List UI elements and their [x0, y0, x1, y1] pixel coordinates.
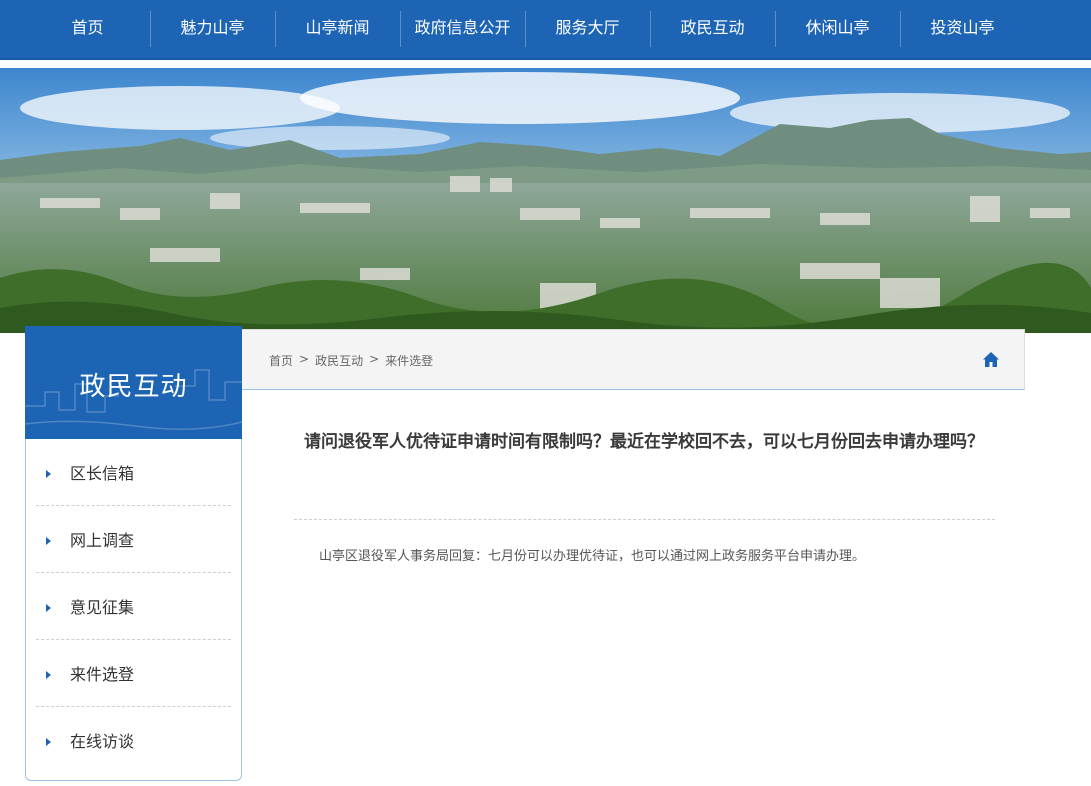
triangle-right-icon [46, 738, 51, 746]
breadcrumb-current[interactable]: 来件选登 [385, 352, 433, 369]
article-reply: 山亭区退役军人事务局回复：七月份可以办理优待证，也可以通过网上政务服务平台申请办… [319, 549, 866, 564]
sidebar-menu: 区长信箱 网上调查 意见征集 来件选登 在线访谈 [25, 439, 242, 781]
nav-item-interaction[interactable]: 政民互动 [650, 9, 775, 47]
home-icon[interactable] [982, 351, 1000, 368]
nav-item-home[interactable]: 首页 [25, 9, 150, 47]
nav-item-investment[interactable]: 投资山亭 [900, 9, 1025, 47]
triangle-right-icon [46, 537, 51, 545]
nav-gap [0, 60, 1091, 68]
nav-item-service-hall[interactable]: 服务大厅 [525, 9, 650, 47]
nav-item-leisure[interactable]: 休闲山亭 [775, 9, 900, 47]
sidebar-item-label: 区长信箱 [70, 464, 135, 483]
triangle-right-icon [46, 604, 51, 612]
nav-item-news[interactable]: 山亭新闻 [275, 9, 400, 47]
triangle-right-icon [46, 671, 51, 679]
article-title: 请问退役军人优待证申请时间有限制吗？最近在学校回不去，可以七月份回去申请办理吗？ [304, 432, 984, 452]
breadcrumb: 首页 > 政民互动 > 来件选登 [269, 352, 433, 369]
sidebar-item-label: 网上调查 [70, 531, 135, 550]
nav-item-gov-info[interactable]: 政府信息公开 [400, 9, 525, 47]
sidebar-item-interview[interactable]: 在线访谈 [36, 707, 231, 774]
sidebar-item-survey[interactable]: 网上调查 [36, 506, 231, 573]
article-divider [294, 519, 995, 520]
breadcrumb-separator: > [299, 352, 310, 366]
sidebar-header: 政民互动 [25, 326, 242, 439]
breadcrumb-interaction[interactable]: 政民互动 [315, 352, 363, 369]
breadcrumb-home[interactable]: 首页 [269, 352, 293, 369]
banner-image [0, 68, 1091, 333]
triangle-right-icon [46, 470, 51, 478]
sidebar-item-opinion[interactable]: 意见征集 [36, 573, 231, 640]
sidebar-item-letters[interactable]: 来件选登 [36, 640, 231, 707]
breadcrumb-separator: > [369, 352, 380, 366]
top-navigation: 首页 魅力山亭 山亭新闻 政府信息公开 服务大厅 政民互动 休闲山亭 投资山亭 [0, 0, 1091, 60]
nav-item-charm[interactable]: 魅力山亭 [150, 9, 275, 47]
sidebar-item-label: 来件选登 [70, 665, 135, 684]
sidebar-item-label: 意见征集 [70, 598, 135, 617]
sidebar-title: 政民互动 [79, 372, 188, 402]
sidebar-item-mailbox[interactable]: 区长信箱 [36, 439, 231, 506]
breadcrumb-bar: 首页 > 政民互动 > 来件选登 [242, 329, 1025, 390]
banner-landscape [0, 68, 1091, 333]
sidebar-item-label: 在线访谈 [70, 732, 135, 751]
